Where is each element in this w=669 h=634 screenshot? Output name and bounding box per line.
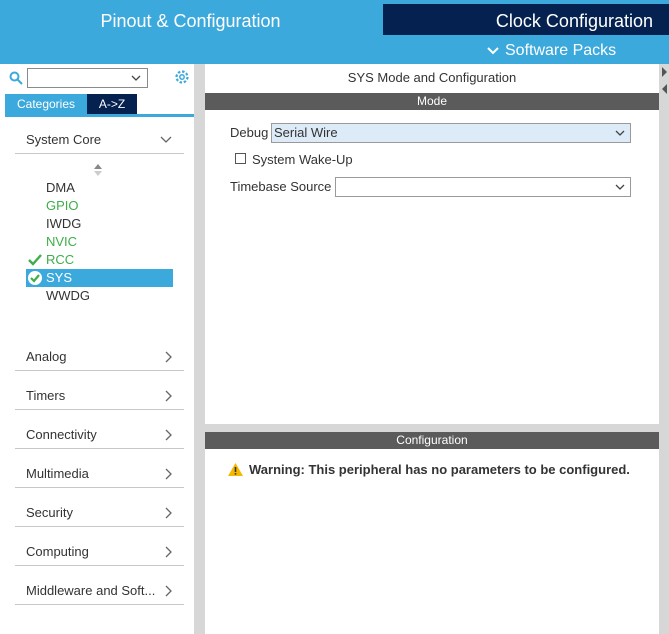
timebase-label: Timebase Source (230, 179, 332, 194)
category-system-core[interactable]: System Core (15, 126, 184, 154)
chevron-down-icon (615, 184, 625, 190)
category-middleware[interactable]: Middleware and Soft... (15, 577, 184, 605)
category-label: Analog (26, 349, 67, 364)
checkmark-icon (28, 254, 42, 266)
tab-pinout-configuration[interactable]: Pinout & Configuration (0, 0, 381, 40)
category-timers[interactable]: Timers (15, 382, 184, 410)
list-item-label: IWDG (46, 216, 82, 231)
software-packs-label: Software Packs (505, 42, 617, 59)
chevron-down-icon (131, 75, 141, 81)
category-security[interactable]: Security (15, 499, 184, 527)
mode-section-header: Mode (205, 93, 659, 110)
list-item-label: RCC (46, 252, 75, 267)
system-core-list: DMA GPIO IWDG NVIC RCC SYS WWDG (26, 179, 173, 305)
search-input[interactable] (27, 68, 148, 88)
chevron-right-icon (165, 585, 172, 597)
software-packs-menu[interactable]: Software Packs (487, 40, 616, 62)
check-circle-icon (28, 271, 42, 285)
sidebar-tabs: Categories A->Z (5, 94, 137, 114)
chevron-right-icon (165, 468, 172, 480)
list-item-label: SYS (46, 270, 73, 285)
tab-a-z[interactable]: A->Z (87, 94, 137, 114)
tab-categories[interactable]: Categories (5, 94, 87, 114)
category-label: Computing (26, 544, 89, 559)
category-label: Multimedia (26, 466, 89, 481)
list-item-iwdg[interactable]: IWDG (26, 215, 173, 233)
list-item-gpio[interactable]: GPIO (26, 197, 173, 215)
chevron-down-icon (615, 130, 625, 136)
debug-label: Debug (230, 125, 269, 140)
collapse-arrow-icon[interactable] (660, 66, 668, 96)
chevron-right-icon (165, 429, 172, 441)
category-computing[interactable]: Computing (15, 538, 184, 566)
tab-clock-configuration[interactable]: Clock Configuration (383, 4, 669, 35)
mode-panel: SYS Mode and Configuration Mode Debug Se… (205, 64, 659, 424)
list-item-wwdg[interactable]: WWDG (26, 287, 173, 305)
configuration-section-header: Configuration (205, 432, 659, 449)
debug-select[interactable]: Serial Wire (271, 123, 631, 143)
warning-text: Warning: This peripheral has no paramete… (249, 462, 630, 477)
tab-underline (5, 114, 195, 117)
chevron-down-icon (487, 47, 499, 55)
list-item-label: NVIC (46, 234, 78, 249)
right-collapse-strip[interactable] (659, 64, 669, 634)
category-connectivity[interactable]: Connectivity (15, 421, 184, 449)
list-item-dma[interactable]: DMA (26, 179, 173, 197)
list-item-nvic[interactable]: NVIC (26, 233, 173, 251)
list-item-rcc[interactable]: RCC (26, 251, 173, 269)
system-wakeup-checkbox[interactable] (235, 153, 246, 164)
category-label: Connectivity (26, 427, 97, 442)
left-panel-divider[interactable] (194, 64, 197, 634)
system-wakeup-label: System Wake-Up (252, 152, 353, 167)
sort-icon[interactable] (93, 163, 103, 177)
debug-value: Serial Wire (274, 125, 338, 140)
category-analog[interactable]: Analog (15, 343, 184, 371)
panel-title: SYS Mode and Configuration (347, 70, 517, 85)
timebase-select[interactable] (335, 177, 631, 197)
chevron-right-icon (165, 507, 172, 519)
chevron-right-icon (165, 390, 172, 402)
chevron-down-icon (160, 136, 172, 143)
warning-icon (228, 463, 243, 476)
warning-message: Warning: This peripheral has no paramete… (227, 462, 630, 477)
left-panel: Categories A->Z System Core DMA GPIO IWD… (0, 64, 197, 634)
gear-icon[interactable] (173, 68, 191, 86)
category-label: Security (26, 505, 73, 520)
list-item-sys[interactable]: SYS (26, 269, 173, 287)
category-label: Timers (26, 388, 66, 403)
top-bar: Pinout & Configuration Clock Configurati… (0, 0, 669, 64)
category-label: Middleware and Soft... (26, 583, 156, 598)
list-item-label: DMA (46, 180, 75, 195)
search-icon[interactable] (9, 71, 23, 85)
configuration-panel: Configuration Warning: This peripheral h… (205, 432, 659, 634)
category-multimedia[interactable]: Multimedia (15, 460, 184, 488)
list-item-label: WWDG (46, 288, 91, 303)
chevron-right-icon (165, 351, 172, 363)
category-label: System Core (26, 132, 102, 147)
chevron-right-icon (165, 546, 172, 558)
list-item-label: GPIO (46, 198, 79, 213)
